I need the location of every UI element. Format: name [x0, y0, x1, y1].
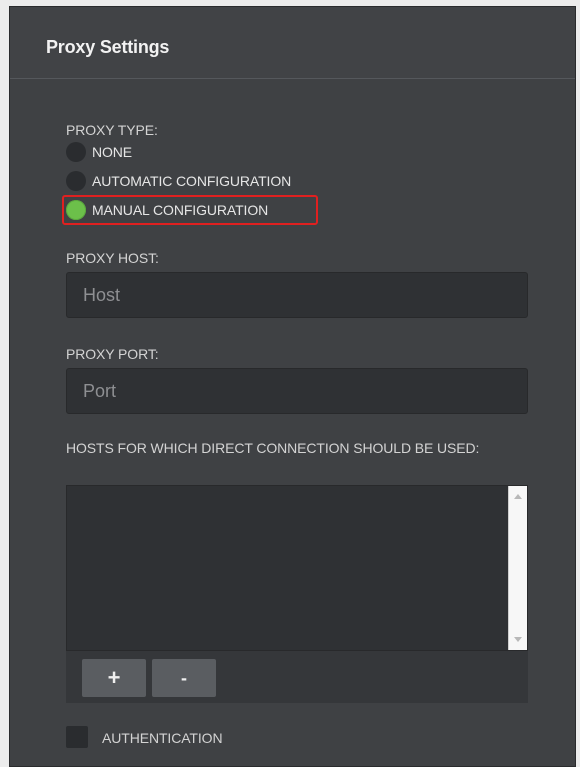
add-host-button[interactable]: + — [82, 659, 146, 697]
authentication-label[interactable]: AUTHENTICATION — [102, 730, 223, 746]
panel-header: Proxy Settings — [10, 7, 575, 79]
direct-hosts-label: HOSTS FOR WHICH DIRECT CONNECTION SHOULD… — [66, 440, 480, 456]
radio-automatic-indicator[interactable] — [66, 171, 86, 191]
proxy-port-label: PROXY PORT: — [66, 346, 159, 362]
radio-automatic-configuration[interactable]: AUTOMATIC CONFIGURATION — [66, 170, 291, 192]
direct-hosts-button-bar: + - — [66, 651, 528, 703]
remove-host-button[interactable]: - — [152, 659, 216, 697]
scroll-down-arrow-icon[interactable] — [514, 637, 522, 642]
panel-title: Proxy Settings — [46, 37, 170, 57]
radio-none[interactable]: NONE — [66, 141, 132, 163]
scroll-up-arrow-icon[interactable] — [514, 494, 522, 499]
authentication-checkbox[interactable] — [66, 726, 88, 748]
direct-hosts-scrollbar[interactable] — [508, 486, 527, 650]
selection-highlight — [62, 195, 318, 225]
radio-none-indicator[interactable] — [66, 142, 86, 162]
proxy-type-label: PROXY TYPE: — [66, 122, 158, 138]
proxy-host-input[interactable] — [66, 272, 528, 318]
proxy-port-input[interactable] — [66, 368, 528, 414]
proxy-host-label: PROXY HOST: — [66, 250, 159, 266]
proxy-settings-panel: Proxy Settings PROXY TYPE: NONE AUTOMATI… — [9, 6, 576, 767]
direct-hosts-textarea[interactable] — [66, 485, 528, 651]
radio-automatic-label[interactable]: AUTOMATIC CONFIGURATION — [92, 173, 291, 189]
radio-none-label[interactable]: NONE — [92, 144, 132, 160]
